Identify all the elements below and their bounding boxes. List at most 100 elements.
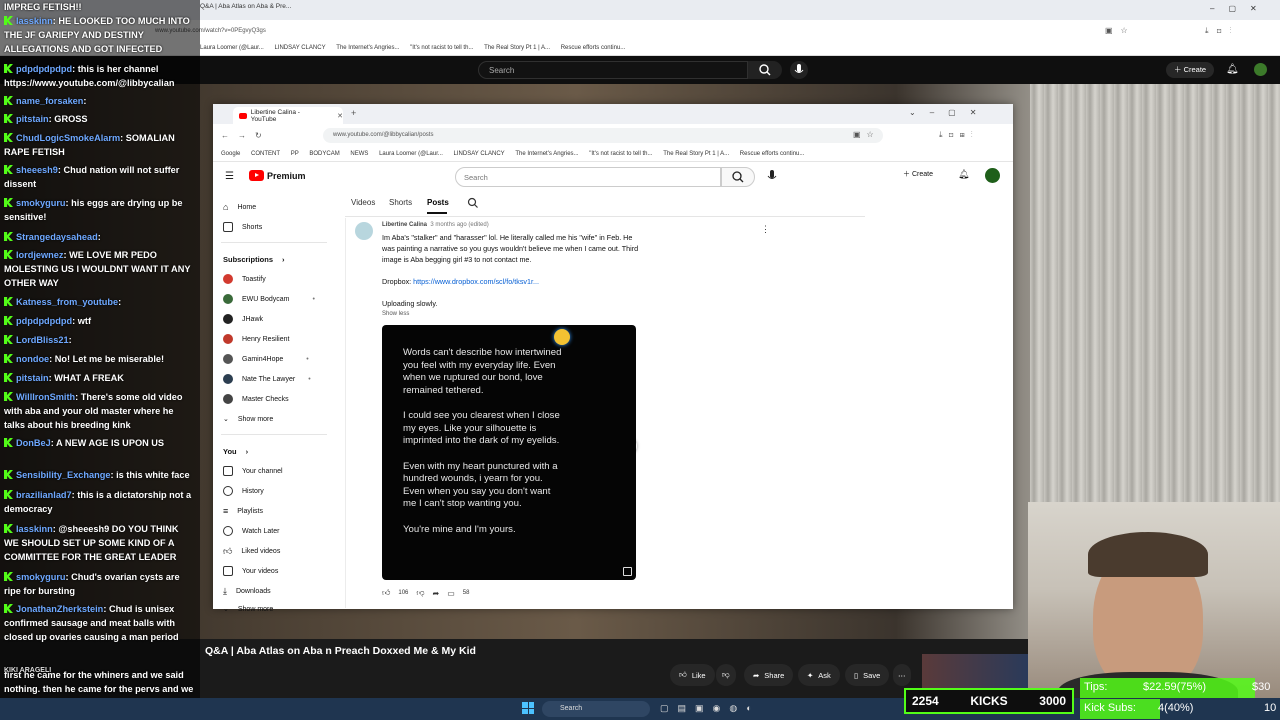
chat-username[interactable]: Sensibility_Exchange xyxy=(16,470,110,480)
nav-buttons[interactable]: ←→↻ xyxy=(221,131,271,140)
inner-window-controls[interactable]: ⌄–▢✕ xyxy=(909,108,990,117)
show-less-button[interactable]: Show less xyxy=(382,309,644,320)
extension-icons[interactable]: ⤓⊡⋮ xyxy=(1205,26,1240,36)
sidebar-sub[interactable]: Toastify xyxy=(223,272,266,286)
taskbar-apps-icon[interactable]: ▢▤▣◉◍◐ xyxy=(660,703,761,714)
sidebar-sub[interactable]: EWU Bodycam • xyxy=(223,292,315,306)
ask-button[interactable]: ✦ Ask xyxy=(798,664,840,686)
avatar[interactable] xyxy=(985,168,1000,183)
bookmark[interactable]: Laura Loomer (@Laur... xyxy=(200,45,264,51)
sidebar-sub[interactable]: JHawk xyxy=(223,312,263,326)
bookmark[interactable]: Rescue efforts continu... xyxy=(561,45,626,51)
tab-shorts[interactable]: Shorts xyxy=(389,198,412,207)
outer-tab-title[interactable]: Q&A | Aba Atlas on Aba & Pre... xyxy=(200,3,291,10)
sidebar-item-shorts[interactable]: Shorts xyxy=(223,220,262,234)
chat-username[interactable]: Katness_from_youtube xyxy=(16,297,118,307)
more-icon[interactable]: ⋯ xyxy=(893,664,911,686)
chat-username[interactable]: brazilianlad7 xyxy=(16,490,72,500)
avatar[interactable] xyxy=(1254,63,1267,76)
sidebar-item-history[interactable]: History xyxy=(223,484,264,498)
sidebar-sub[interactable]: Nate The Lawyer • xyxy=(223,372,311,386)
dropbox-link[interactable]: https://www.dropbox.com/scl/fo/tksv1r... xyxy=(413,277,539,286)
share-icon[interactable]: ➦ xyxy=(433,589,440,598)
bell-icon[interactable]: 🔔︎ xyxy=(958,169,969,180)
bell-icon[interactable]: 🔔︎ xyxy=(1226,64,1239,75)
sidebar-item-liked[interactable]: 👍︎ Liked videos xyxy=(223,544,280,558)
save-button[interactable]: ▯ Save xyxy=(845,664,890,686)
bookmark[interactable]: The Internet's Angries... xyxy=(336,45,399,51)
bookmark[interactable]: Google xyxy=(221,151,240,157)
chat-username[interactable]: LordBliss21 xyxy=(16,335,69,345)
dislike-icon[interactable]: 👎︎ xyxy=(416,588,424,598)
browser-toolbar-icons[interactable]: ▣☆ xyxy=(1105,26,1136,35)
menu-icon[interactable]: ☰ xyxy=(225,171,234,182)
share-button[interactable]: ➦ Share xyxy=(744,664,794,686)
bookmark[interactable]: BODYCAM xyxy=(309,151,339,157)
windows-start-icon[interactable] xyxy=(522,702,534,714)
comment-icon[interactable]: ▭ xyxy=(447,589,455,598)
chat-username[interactable]: ChudLogicSmokeAlarm xyxy=(16,133,120,143)
subscriptions-header[interactable]: Subscriptions › xyxy=(223,252,285,266)
outer-search-input[interactable]: Search xyxy=(478,61,748,79)
sidebar-sub[interactable]: Henry Resilient xyxy=(223,332,289,346)
youtube-logo[interactable]: Premium xyxy=(249,170,306,181)
like-button[interactable]: 👍︎ Like xyxy=(670,664,715,686)
mic-icon[interactable] xyxy=(763,167,781,185)
create-button[interactable]: ＋ Create xyxy=(903,169,933,179)
bookmark[interactable]: The Real Story Pt 1 | A... xyxy=(663,151,729,157)
post-image[interactable]: Words can't describe how intertwined you… xyxy=(382,325,636,580)
dislike-button[interactable]: 👎︎ xyxy=(716,664,736,686)
author-avatar[interactable] xyxy=(355,222,373,240)
outer-search-button[interactable] xyxy=(748,61,782,79)
chat-username[interactable]: name_forsaken xyxy=(16,96,83,106)
sidebar-item-your-videos[interactable]: Your videos xyxy=(223,564,278,578)
sidebar-item-playlists[interactable]: ≡ Playlists xyxy=(223,504,263,518)
chat-username[interactable]: lasskinn xyxy=(16,16,53,26)
sidebar-item-downloads[interactable]: ⤓ Downloads xyxy=(223,584,271,598)
like-icon[interactable]: 👍︎ xyxy=(382,588,390,598)
post-author[interactable]: Libertine Calina xyxy=(382,222,427,228)
inner-url-field[interactable]: www.youtube.com/@libbycalian/posts xyxy=(323,128,883,143)
bookmark[interactable]: NEWS xyxy=(350,151,368,157)
search-icon[interactable] xyxy=(467,197,479,209)
sidebar-item-watch-later[interactable]: Watch Later xyxy=(223,524,279,538)
bookmark[interactable]: LINDSAY CLANCY xyxy=(454,151,505,157)
chat-username[interactable]: sheeesh9 xyxy=(16,165,58,175)
sidebar-item-home[interactable]: ⌂ Home xyxy=(223,200,256,214)
chat-username[interactable]: pitstain xyxy=(16,373,49,383)
tab-videos[interactable]: Videos xyxy=(351,198,375,207)
chat-username[interactable]: lordjewnez xyxy=(16,250,63,260)
window-controls[interactable]: –▢✕ xyxy=(1210,4,1271,13)
inner-tab[interactable]: Libertine Calina - YouTube ✕ xyxy=(233,107,343,124)
tab-posts[interactable]: Posts xyxy=(427,198,449,207)
search-input[interactable]: Search xyxy=(455,167,721,187)
chat-username[interactable]: JonathanZherkstein xyxy=(16,604,103,614)
bookmark[interactable]: "It's not racist to tell th... xyxy=(589,151,652,157)
close-tab-icon[interactable]: ✕ xyxy=(337,112,343,120)
sidebar-sub[interactable]: Gamin4Hope • xyxy=(223,352,309,366)
bookmark[interactable]: CONTENT xyxy=(251,151,280,157)
chat-username[interactable]: pdpdpdpdpd xyxy=(16,316,72,326)
chat-username[interactable]: smokyguru xyxy=(16,572,66,582)
bookmark[interactable]: Laura Loomer (@Laur... xyxy=(379,151,443,157)
sidebar-item-your-channel[interactable]: Your channel xyxy=(223,464,283,478)
more-options-icon[interactable]: ⋮ xyxy=(761,224,770,235)
chat-username[interactable]: pitstain xyxy=(16,114,49,124)
chat-username[interactable]: lasskinn xyxy=(16,524,53,534)
new-tab-icon[interactable]: + xyxy=(351,108,356,118)
bookmark[interactable]: "It's not racist to tell th... xyxy=(410,45,473,51)
bookmark[interactable]: Rescue efforts continu... xyxy=(740,151,805,157)
bookmark[interactable]: The Internet's Angries... xyxy=(515,151,578,157)
chat-username[interactable]: pdpdpdpdpd xyxy=(16,64,72,74)
sidebar-sub[interactable]: Master Checks xyxy=(223,392,289,406)
inner-extension-icons[interactable]: ⤓⊡⊞⋮ xyxy=(939,130,979,140)
chat-username[interactable]: Strangedaysahead xyxy=(16,232,98,242)
inner-bookmark-icons[interactable]: ▣☆ xyxy=(853,130,880,139)
show-more-button-2[interactable]: ⌄ Show more xyxy=(223,602,273,616)
search-button[interactable] xyxy=(721,167,755,187)
bookmark[interactable]: PP xyxy=(291,151,299,157)
you-header[interactable]: You › xyxy=(223,444,248,458)
taskbar-search[interactable]: Search xyxy=(542,701,650,717)
chat-username[interactable]: nondoe xyxy=(16,354,49,364)
chat-username[interactable]: DonBeJ xyxy=(16,438,51,448)
